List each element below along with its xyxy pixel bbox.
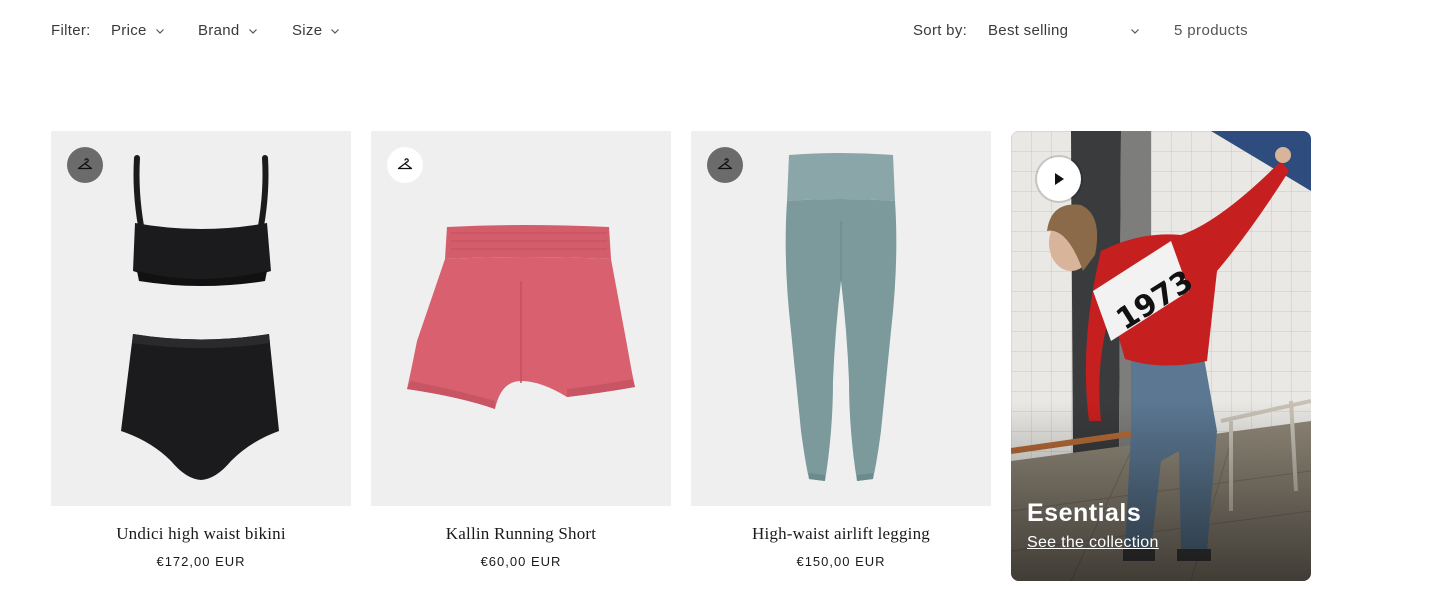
promo-collection-tile[interactable]: 1973 Esentials See the collection xyxy=(1011,131,1311,581)
product-price: €172,00 EUR xyxy=(156,554,246,569)
product-card: High-waist airlift legging €150,00 EUR xyxy=(691,131,991,569)
filter-bar: Filter: Price Brand Size Sort by: Best s… xyxy=(0,0,1445,64)
product-price: €150,00 EUR xyxy=(796,554,886,569)
product-price: €60,00 EUR xyxy=(480,554,562,569)
filter-brand-label: Brand xyxy=(198,22,240,39)
chevron-down-icon xyxy=(155,28,164,34)
filter-label: Filter: xyxy=(51,22,91,39)
quick-add-button[interactable] xyxy=(387,147,423,183)
filter-size-label: Size xyxy=(292,22,323,39)
chevron-down-icon xyxy=(331,28,340,34)
product-image-link[interactable] xyxy=(691,131,991,506)
product-image-link[interactable] xyxy=(371,131,671,506)
product-count: 5 products xyxy=(1174,22,1249,39)
legging-image xyxy=(785,153,897,481)
promo-title: Esentials xyxy=(1027,499,1142,527)
sort-select[interactable]: Best selling xyxy=(988,22,1140,39)
hanger-icon xyxy=(397,158,413,170)
filter-brand-dropdown[interactable]: Brand xyxy=(198,22,258,39)
product-title[interactable]: High-waist airlift legging xyxy=(691,524,991,544)
play-video-button[interactable] xyxy=(1037,157,1081,201)
product-card: Undici high waist bikini €172,00 EUR xyxy=(51,131,351,569)
chevron-down-icon xyxy=(1131,28,1139,34)
quick-add-button[interactable] xyxy=(707,147,743,183)
quick-add-button[interactable] xyxy=(67,147,103,183)
see-collection-link[interactable]: See the collection xyxy=(1027,534,1159,552)
product-title[interactable]: Undici high waist bikini xyxy=(51,524,351,544)
filter-size-dropdown[interactable]: Size xyxy=(292,22,340,39)
product-card: Kallin Running Short €60,00 EUR xyxy=(371,131,671,569)
chevron-down-icon xyxy=(248,28,257,34)
shorts-image xyxy=(407,225,635,409)
sort-selected-value: Best selling xyxy=(988,22,1069,39)
hanger-icon xyxy=(77,158,93,170)
product-image-link[interactable] xyxy=(51,131,351,506)
hanger-icon xyxy=(717,158,733,170)
filter-price-label: Price xyxy=(111,22,147,39)
bikini-image xyxy=(121,155,279,480)
product-title[interactable]: Kallin Running Short xyxy=(371,524,671,544)
play-icon xyxy=(1055,173,1064,185)
filter-price-dropdown[interactable]: Price xyxy=(111,22,165,39)
sort-label: Sort by: xyxy=(913,22,968,39)
